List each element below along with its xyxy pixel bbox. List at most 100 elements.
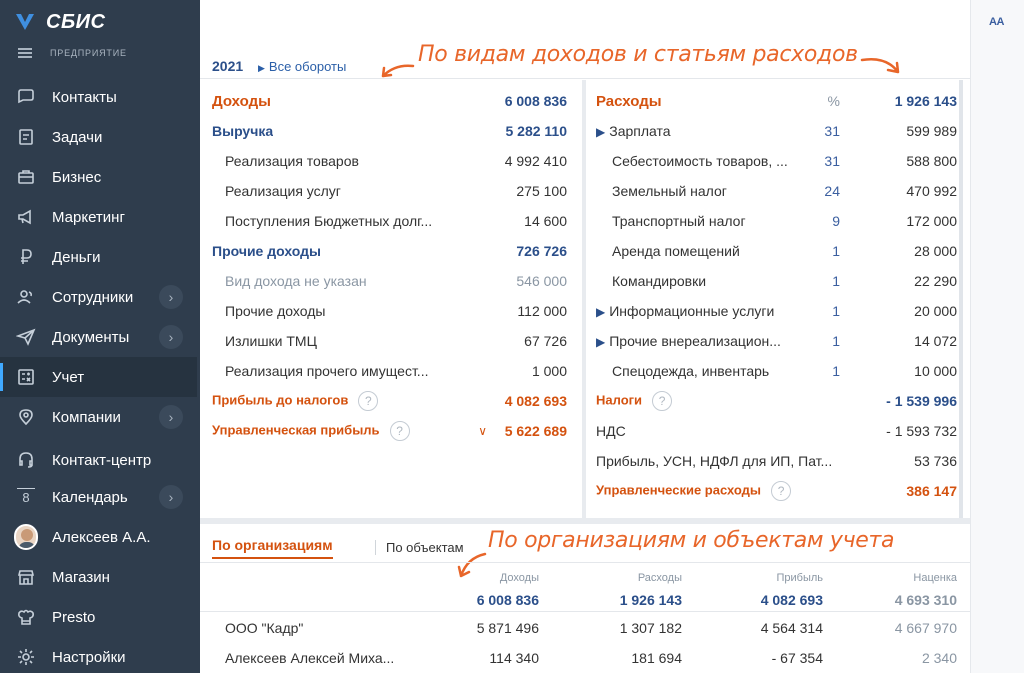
income-row[interactable]: Вид дохода не указан 546 000 [225,266,567,296]
sidebar-item-calendar[interactable]: 8 Календарь › [0,477,197,517]
sidebar-item-settings[interactable]: Настройки [0,637,197,673]
income-row[interactable]: Прочие доходы 112 000 [225,296,567,326]
all-turnover-link[interactable]: ▶ Все обороты [258,59,346,74]
people-icon [14,286,38,308]
briefcase-icon [14,166,38,188]
triangle-right-icon[interactable]: ▶ [596,305,605,319]
horizontal-scrollbar[interactable] [200,518,970,524]
row-value: 4 992 410 [504,153,567,169]
avatar [14,524,38,550]
column-header-markup[interactable]: Наценка [857,572,957,584]
tab-by-organizations[interactable]: По организациям [212,537,333,559]
headset-icon [14,449,38,471]
annotation-bottom: По организациям и объектам учета [488,528,895,553]
expense-row[interactable]: ▶ Зарплата 31 599 989 [596,116,957,146]
column-header-profit[interactable]: Прибыль [723,572,823,584]
row-value: 275 100 [516,183,567,199]
managerial-expenses-row[interactable]: Управленческие расходы? 386 147 [596,476,957,506]
chevron-right-icon[interactable]: › [159,485,183,509]
app-logo[interactable]: СБИС [14,8,105,36]
income-group-other[interactable]: Прочие доходы 726 726 [212,236,567,266]
sidebar-item-label: Сотрудники [52,288,134,306]
tax-row[interactable]: НДС - 1 593 732 [596,416,957,446]
chevron-right-icon[interactable]: › [159,405,183,429]
sidebar-item-contact-center[interactable]: Контакт-центр [0,440,197,480]
expenses-header[interactable]: Расходы % 1 926 143 [596,86,957,116]
cell-income: 5 871 496 [476,620,539,636]
year-selector[interactable]: 2021 [212,58,243,74]
income-title: Доходы [212,92,271,110]
sidebar-item-documents[interactable]: Документы › [0,317,197,357]
triangle-right-icon[interactable]: ▶ [596,125,605,139]
row-pct: 31 [824,123,840,139]
column-header-income[interactable]: Доходы [439,572,539,584]
help-icon[interactable]: ? [771,481,792,501]
expense-row[interactable]: Земельный налог 24 470 992 [596,176,957,206]
sidebar-item-business[interactable]: Бизнес [0,157,197,197]
row-label-wrap: Управленческая прибыль? [212,421,410,441]
sidebar-item-store[interactable]: Магазин [0,557,197,597]
main-content: 2021 ▶ Все обороты По видам доходов и ста… [200,0,970,673]
sidebar-item-profile[interactable]: Алексеев А.А. [0,517,197,557]
income-header[interactable]: Доходы 6 008 836 [212,86,567,116]
sidebar-item-tasks[interactable]: Задачи [0,117,197,157]
triangle-right-icon: ▶ [258,63,265,73]
sidebar-item-companies[interactable]: Компании › [0,397,197,437]
sidebar-item-employees[interactable]: Сотрудники › [0,277,197,317]
taxes-row[interactable]: Налоги? - 1 539 996 [596,386,957,416]
triangle-right-icon[interactable]: ▶ [596,335,605,349]
row-value: 588 800 [906,153,957,169]
income-total: 6 008 836 [504,93,567,109]
expense-row[interactable]: Аренда помещений 1 28 000 [596,236,957,266]
expense-row[interactable]: Себестоимость товаров, ... 31 588 800 [596,146,957,176]
row-label: Прибыль до налогов [212,392,349,408]
income-group-revenue[interactable]: Выручка 5 282 110 [212,116,567,146]
income-row[interactable]: Реализация товаров 4 992 410 [225,146,567,176]
profit-before-tax-row[interactable]: Прибыль до налогов? 4 082 693 [212,386,567,416]
column-header-expenses[interactable]: Расходы [582,572,682,584]
chevron-right-icon[interactable]: › [159,325,183,349]
ruble-icon [14,246,38,268]
chevron-down-icon[interactable]: ∨ [478,424,487,438]
row-value: 53 736 [914,453,957,469]
font-size-button[interactable]: AA [989,16,1004,28]
row-label: Вид дохода не указан [225,273,367,289]
row-label: Налоги [596,392,643,408]
vertical-scrollbar[interactable] [959,80,963,518]
divider [200,78,970,79]
managerial-profit-row[interactable]: Управленческая прибыль? ∨ 5 622 689 [212,416,567,446]
right-toolbar: AA [970,0,1024,673]
row-label: Реализация прочего имущест... [225,363,429,379]
cell-markup: 4 667 970 [894,620,957,636]
income-row[interactable]: Реализация услуг 275 100 [225,176,567,206]
row-label: Информационные услуги [609,303,775,319]
sidebar-item-contacts[interactable]: Контакты [0,77,197,117]
section-header[interactable]: ПРЕДПРИЯТИЕ [18,48,127,58]
sidebar-item-money[interactable]: Деньги [0,237,197,277]
expense-row[interactable]: Командировки 1 22 290 [596,266,957,296]
income-row[interactable]: Поступления Бюджетных долг... 14 600 [225,206,567,236]
expense-row[interactable]: ▶ Информационные услуги 1 20 000 [596,296,957,326]
sidebar-item-label: Контакты [52,88,117,106]
chevron-right-icon[interactable]: › [159,285,183,309]
row-pct: 24 [824,183,840,199]
row-label: Командировки [612,273,707,289]
row-value: 10 000 [914,363,957,379]
tab-by-objects[interactable]: По объектам [375,540,464,555]
help-icon[interactable]: ? [652,391,673,411]
income-row[interactable]: Реализация прочего имущест... 1 000 [225,356,567,386]
expense-row[interactable]: ▶ Прочие внереализацион... 1 14 072 [596,326,957,356]
expense-row[interactable]: Спецодежда, инвентарь 1 10 000 [596,356,957,386]
sidebar-item-presto[interactable]: Presto [0,597,197,637]
tax-row[interactable]: Прибыль, УСН, НДФЛ для ИП, Пат... 53 736 [596,446,957,476]
row-label: Прочие внереализацион... [609,333,781,349]
menu-icon[interactable] [18,48,32,58]
sidebar-item-marketing[interactable]: Маркетинг [0,197,197,237]
income-row[interactable]: Излишки ТМЦ 67 726 [225,326,567,356]
divider [200,562,970,563]
help-icon[interactable]: ? [389,421,410,441]
arrow-left-icon [381,64,415,78]
expense-row[interactable]: Транспортный налог 9 172 000 [596,206,957,236]
sidebar-item-accounting[interactable]: Учет [0,357,197,397]
help-icon[interactable]: ? [358,391,379,411]
